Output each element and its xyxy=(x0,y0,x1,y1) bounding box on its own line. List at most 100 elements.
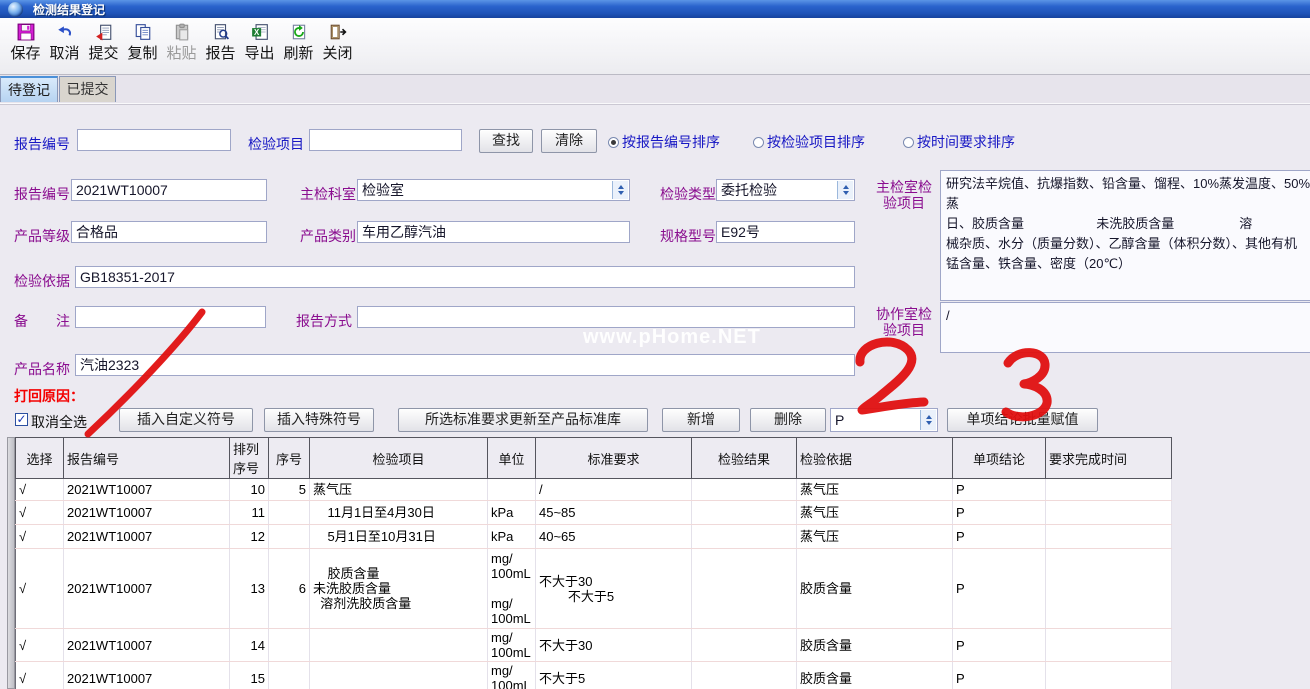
cell-standard[interactable]: 45~85 xyxy=(536,501,692,525)
cell-inspect-item[interactable]: 5月1日至10月31日 xyxy=(310,525,488,549)
deselect-all-checkbox[interactable]: ✓ xyxy=(15,413,28,426)
cell-seq-no[interactable] xyxy=(269,662,310,689)
table-row[interactable]: √ 2021WT10007 13 6 胶质含量 未洗胶质含量 溶剂洗胶质含量 m… xyxy=(16,549,1172,629)
spec-model-input[interactable] xyxy=(716,221,855,243)
toolbar-button-submit[interactable]: 提交 xyxy=(84,18,123,63)
sort-option-time[interactable]: 按时间要求排序 xyxy=(903,132,1015,152)
table-row[interactable]: √ 2021WT10007 14 mg/ 100mL 不大于30 胶质含量 P xyxy=(16,629,1172,662)
report-method-input[interactable] xyxy=(357,306,855,328)
toolbar-button-close[interactable]: 关闭 xyxy=(318,18,357,63)
col-header-result[interactable]: 检验结果 xyxy=(692,438,797,479)
col-header-basis[interactable]: 检验依据 xyxy=(797,438,953,479)
col-header-seq-no[interactable]: 序号 xyxy=(269,438,310,479)
col-header-inspect-item[interactable]: 检验项目 xyxy=(310,438,488,479)
cell-result[interactable] xyxy=(692,501,797,525)
cell-result[interactable] xyxy=(692,629,797,662)
batch-assign-button[interactable]: 单项结论批量赋值 xyxy=(947,408,1098,432)
cell-seq-no[interactable]: 6 xyxy=(269,549,310,629)
cell-standard[interactable]: / xyxy=(536,479,692,501)
table-row[interactable]: √ 2021WT10007 12 5月1日至10月31日 kPa 40~65 蒸… xyxy=(16,525,1172,549)
cell-due-time[interactable] xyxy=(1046,525,1172,549)
cell-inspect-item[interactable]: 蒸气压 xyxy=(310,479,488,501)
cell-inspect-item[interactable] xyxy=(310,629,488,662)
cell-sort-order[interactable]: 11 xyxy=(230,501,269,525)
cell-standard[interactable]: 不大于5 xyxy=(536,662,692,689)
cell-sort-order[interactable]: 15 xyxy=(230,662,269,689)
toolbar-button-save[interactable]: 保存 xyxy=(6,18,45,63)
cell-due-time[interactable] xyxy=(1046,501,1172,525)
cell-result[interactable] xyxy=(692,549,797,629)
cell-conclusion[interactable]: P xyxy=(953,479,1046,501)
sort-option-item[interactable]: 按检验项目排序 xyxy=(753,132,865,152)
insert-custom-symbol-button[interactable]: 插入自定义符号 xyxy=(119,408,253,432)
cell-seq-no[interactable] xyxy=(269,629,310,662)
cell-basis[interactable]: 胶质含量 xyxy=(797,662,953,689)
product-category-input[interactable] xyxy=(357,221,630,243)
row-select-check[interactable]: √ xyxy=(16,525,64,549)
cell-sort-order[interactable]: 14 xyxy=(230,629,269,662)
cell-conclusion[interactable]: P xyxy=(953,525,1046,549)
cell-conclusion[interactable]: P xyxy=(953,629,1046,662)
cell-result[interactable] xyxy=(692,525,797,549)
cell-sort-order[interactable]: 10 xyxy=(230,479,269,501)
cell-due-time[interactable] xyxy=(1046,549,1172,629)
cell-unit[interactable]: kPa xyxy=(488,501,536,525)
cell-basis[interactable]: 蒸气压 xyxy=(797,525,953,549)
cell-seq-no[interactable] xyxy=(269,501,310,525)
spinner-arrows-icon[interactable] xyxy=(612,181,628,199)
cell-inspect-item[interactable]: 胶质含量 未洗胶质含量 溶剂洗胶质含量 xyxy=(310,549,488,629)
col-header-select[interactable]: 选择 xyxy=(16,438,64,479)
cell-conclusion[interactable]: P xyxy=(953,549,1046,629)
product-grade-input[interactable] xyxy=(71,221,267,243)
toolbar-button-copy[interactable]: 复制 xyxy=(123,18,162,63)
cell-due-time[interactable] xyxy=(1046,629,1172,662)
cell-result[interactable] xyxy=(692,662,797,689)
cell-report-no[interactable]: 2021WT10007 xyxy=(64,525,230,549)
cell-unit[interactable] xyxy=(488,479,536,501)
table-row[interactable]: √ 2021WT10007 11 11月1日至4月30日 kPa 45~85 蒸… xyxy=(16,501,1172,525)
update-standards-button[interactable]: 所选标准要求更新至产品标准库 xyxy=(398,408,648,432)
table-row[interactable]: √ 2021WT10007 15 mg/ 100mL 不大于5 胶质含量 P xyxy=(16,662,1172,689)
col-header-sort-order[interactable]: 排列序号 xyxy=(230,438,269,479)
sort-option-report-no[interactable]: 按报告编号排序 xyxy=(608,132,720,152)
cell-conclusion[interactable]: P xyxy=(953,501,1046,525)
main-room-items-textarea[interactable]: 研究法辛烷值、抗爆指数、铅含量、馏程、10%蒸发温度、50%蒸 日、胶质含量 未… xyxy=(940,170,1310,301)
cell-basis[interactable]: 胶质含量 xyxy=(797,629,953,662)
coop-room-items-textarea[interactable]: / xyxy=(940,302,1310,353)
table-row[interactable]: √ 2021WT10007 10 5 蒸气压 / 蒸气压 P xyxy=(16,479,1172,501)
cell-report-no[interactable]: 2021WT10007 xyxy=(64,501,230,525)
toolbar-button-report[interactable]: 报告 xyxy=(201,18,240,63)
cell-report-no[interactable]: 2021WT10007 xyxy=(64,479,230,501)
cell-basis[interactable]: 胶质含量 xyxy=(797,549,953,629)
find-button[interactable]: 查找 xyxy=(479,129,533,153)
cell-report-no[interactable]: 2021WT10007 xyxy=(64,549,230,629)
cell-standard[interactable]: 40~65 xyxy=(536,525,692,549)
clear-button[interactable]: 清除 xyxy=(541,129,597,153)
cell-basis[interactable]: 蒸气压 xyxy=(797,501,953,525)
search-report-no-input[interactable] xyxy=(77,129,231,151)
toolbar-button-cancel[interactable]: 取消 xyxy=(45,18,84,63)
col-header-conclusion[interactable]: 单项结论 xyxy=(953,438,1046,479)
row-select-check[interactable]: √ xyxy=(16,501,64,525)
cell-seq-no[interactable]: 5 xyxy=(269,479,310,501)
inspect-type-combobox[interactable]: 委托检验 xyxy=(716,179,855,201)
cell-due-time[interactable] xyxy=(1046,479,1172,501)
cell-basis[interactable]: 蒸气压 xyxy=(797,479,953,501)
toolbar-button-export[interactable]: X 导出 xyxy=(240,18,279,63)
cell-standard[interactable]: 不大于30 不大于5 xyxy=(536,549,692,629)
cell-due-time[interactable] xyxy=(1046,662,1172,689)
cell-unit[interactable]: mg/ 100mL xyxy=(488,662,536,689)
inspect-basis-input[interactable] xyxy=(75,266,855,288)
cell-report-no[interactable]: 2021WT10007 xyxy=(64,662,230,689)
cell-result[interactable] xyxy=(692,479,797,501)
cell-standard[interactable]: 不大于30 xyxy=(536,629,692,662)
cell-report-no[interactable]: 2021WT10007 xyxy=(64,629,230,662)
tab-pending[interactable]: 待登记 xyxy=(0,76,58,102)
cell-unit[interactable]: mg/ 100mL mg/ 100mL xyxy=(488,549,536,629)
add-button[interactable]: 新增 xyxy=(662,408,740,432)
spinner-arrows-icon[interactable] xyxy=(920,410,936,430)
col-header-report-no[interactable]: 报告编号 xyxy=(64,438,230,479)
search-item-input[interactable] xyxy=(309,129,462,151)
cell-unit[interactable]: kPa xyxy=(488,525,536,549)
cell-unit[interactable]: mg/ 100mL xyxy=(488,629,536,662)
